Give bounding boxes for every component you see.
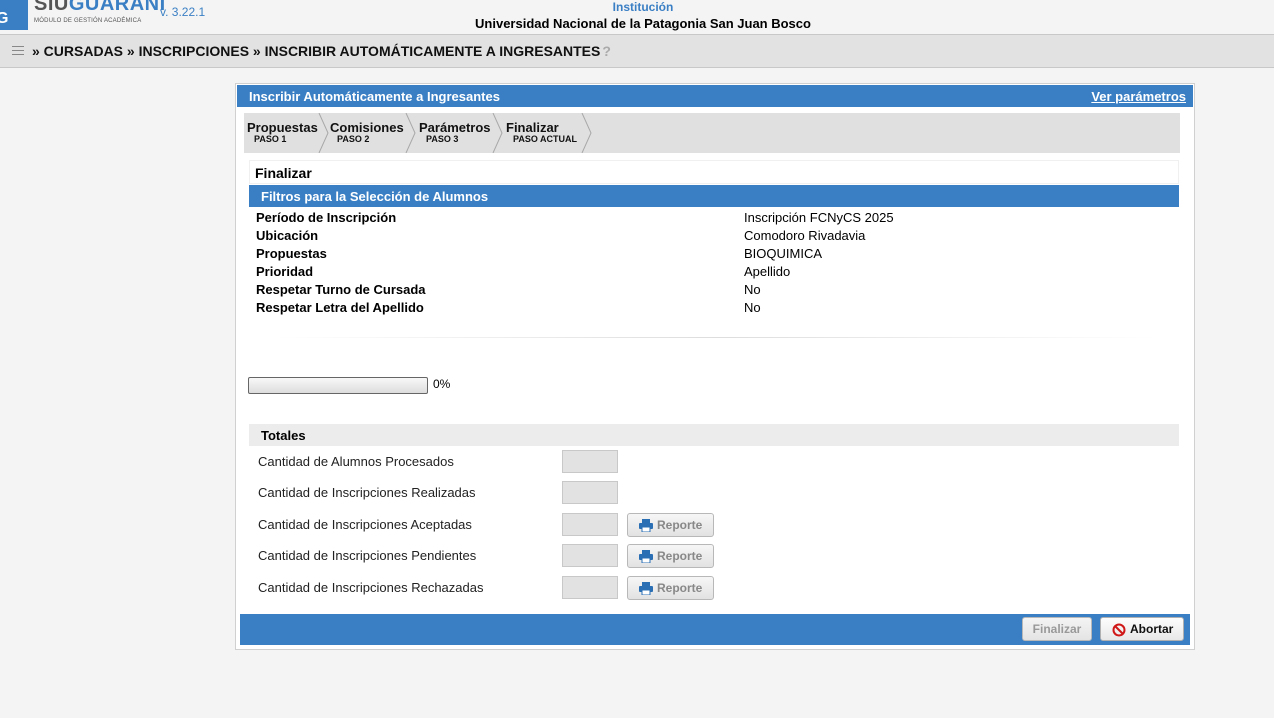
progress-percent: 0% bbox=[433, 377, 451, 391]
wizard-steps: Propuestas PASO 1 Comisiones PASO 2 Pará… bbox=[244, 113, 1180, 153]
wizard-step-parametros: Parámetros PASO 3 bbox=[416, 113, 504, 153]
filter-label: Período de Inscripción bbox=[256, 210, 397, 225]
wizard-panel: Inscribir Automáticamente a Ingresantes … bbox=[235, 83, 1195, 650]
filter-value: Comodoro Rivadavia bbox=[744, 228, 866, 243]
institution-name: Universidad Nacional de la Patagonia San… bbox=[475, 16, 811, 31]
breadcrumb-bar: » CURSADAS » INSCRIPCIONES » INSCRIBIR A… bbox=[0, 34, 1274, 68]
wizard-step-comisiones: Comisiones PASO 2 bbox=[327, 113, 417, 153]
total-row-realizadas: Cantidad de Inscripciones Realizadas bbox=[258, 481, 758, 505]
filter-label: Respetar Turno de Cursada bbox=[256, 282, 426, 297]
filter-label: Respetar Letra del Apellido bbox=[256, 300, 424, 315]
total-value-field bbox=[562, 544, 618, 567]
step-subtitle: PASO 3 bbox=[426, 134, 459, 144]
filter-value: BIOQUIMICA bbox=[744, 246, 823, 261]
wizard-step-propuestas: Propuestas PASO 1 bbox=[244, 113, 329, 153]
wizard-step-finalizar: Finalizar PASO ACTUAL bbox=[503, 113, 595, 153]
filter-label: Prioridad bbox=[256, 264, 314, 279]
divider bbox=[276, 337, 1156, 338]
total-label: Cantidad de Inscripciones Realizadas bbox=[258, 485, 476, 500]
institution-label: Institución bbox=[612, 0, 674, 14]
total-row-aceptadas: Cantidad de Inscripciones Aceptadas Repo… bbox=[258, 513, 758, 537]
total-label: Cantidad de Inscripciones Pendientes bbox=[258, 548, 477, 563]
totals-header: Totales bbox=[249, 424, 1179, 446]
progress-bar bbox=[248, 377, 428, 394]
panel-footer: Finalizar Abortar bbox=[240, 614, 1190, 645]
total-value-field bbox=[562, 481, 618, 504]
report-label: Reporte bbox=[657, 581, 703, 595]
abortar-button[interactable]: Abortar bbox=[1100, 617, 1184, 641]
step-title: Parámetros bbox=[419, 120, 491, 135]
step-chevron-icon bbox=[581, 113, 592, 153]
filter-row-propuestas: Propuestas BIOQUIMICA bbox=[256, 246, 1176, 264]
report-label: Reporte bbox=[657, 549, 703, 563]
printer-icon bbox=[639, 519, 653, 532]
step-subtitle: PASO 2 bbox=[337, 134, 370, 144]
total-value-field bbox=[562, 450, 618, 473]
report-pendientes-button[interactable]: Reporte bbox=[627, 544, 714, 568]
breadcrumb-text: » CURSADAS » INSCRIPCIONES » INSCRIBIR A… bbox=[32, 43, 601, 59]
no-entry-icon bbox=[1112, 623, 1126, 637]
step-title: Finalizar bbox=[506, 120, 559, 135]
totals-title: Totales bbox=[261, 428, 306, 443]
filter-row-prioridad: Prioridad Apellido bbox=[256, 264, 1176, 282]
report-label: Reporte bbox=[657, 518, 703, 532]
app-header: G SIUGUARANI MÓDULO DE GESTIÓN ACADÉMICA… bbox=[0, 0, 1274, 34]
filter-row-ubicacion: Ubicación Comodoro Rivadavia bbox=[256, 228, 1176, 246]
total-row-procesados: Cantidad de Alumnos Procesados bbox=[258, 450, 758, 474]
filter-value: Apellido bbox=[744, 264, 791, 279]
breadcrumb: » CURSADAS » INSCRIPCIONES » INSCRIBIR A… bbox=[32, 43, 611, 59]
step-subtitle: PASO 1 bbox=[254, 134, 287, 144]
filters-title: Filtros para la Selección de Alumnos bbox=[261, 189, 489, 204]
filter-label: Propuestas bbox=[256, 246, 327, 261]
ver-parametros-link[interactable]: Ver parámetros bbox=[1091, 89, 1186, 104]
total-label: Cantidad de Alumnos Procesados bbox=[258, 454, 454, 469]
report-aceptadas-button[interactable]: Reporte bbox=[627, 513, 714, 537]
filters-header: Filtros para la Selección de Alumnos bbox=[249, 185, 1179, 207]
filter-value: No bbox=[744, 300, 761, 315]
abortar-label: Abortar bbox=[1130, 622, 1174, 636]
panel-title: Inscribir Automáticamente a Ingresantes bbox=[249, 89, 500, 104]
total-label: Cantidad de Inscripciones Rechazadas bbox=[258, 580, 484, 595]
section-title: Finalizar bbox=[249, 160, 1179, 184]
filter-value: Inscripción FCNyCS 2025 bbox=[744, 210, 894, 225]
total-row-rechazadas: Cantidad de Inscripciones Rechazadas Rep… bbox=[258, 576, 758, 600]
total-row-pendientes: Cantidad de Inscripciones Pendientes Rep… bbox=[258, 544, 758, 568]
filter-label: Ubicación bbox=[256, 228, 319, 243]
filter-row-letra: Respetar Letra del Apellido No bbox=[256, 300, 1176, 318]
help-icon[interactable]: ? bbox=[602, 43, 611, 59]
finalizar-button[interactable]: Finalizar bbox=[1022, 617, 1092, 641]
section-title-text: Finalizar bbox=[255, 165, 312, 181]
filter-value: No bbox=[744, 282, 761, 297]
total-value-field bbox=[562, 513, 618, 536]
filter-row-turno: Respetar Turno de Cursada No bbox=[256, 282, 1176, 300]
panel-header: Inscribir Automáticamente a Ingresantes … bbox=[237, 85, 1193, 107]
printer-icon bbox=[639, 550, 653, 563]
filter-row-periodo: Período de Inscripción Inscripción FCNyC… bbox=[256, 210, 1176, 228]
step-subtitle: PASO ACTUAL bbox=[513, 134, 577, 144]
report-rechazadas-button[interactable]: Reporte bbox=[627, 576, 714, 600]
total-label: Cantidad de Inscripciones Aceptadas bbox=[258, 517, 472, 532]
step-title: Comisiones bbox=[330, 120, 404, 135]
printer-icon bbox=[639, 582, 653, 595]
step-title: Propuestas bbox=[247, 120, 318, 135]
menu-list-icon[interactable] bbox=[12, 46, 24, 56]
total-value-field bbox=[562, 576, 618, 599]
